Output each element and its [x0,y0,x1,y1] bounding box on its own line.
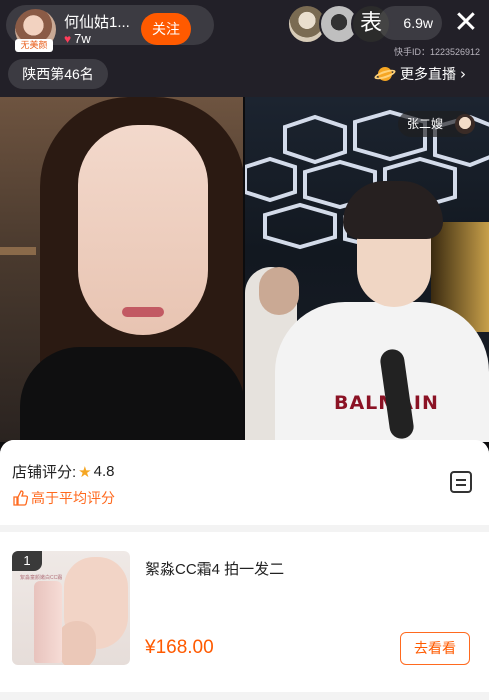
list-icon[interactable] [450,471,472,493]
shop-rating-value: 4.8 [93,463,115,480]
host-info[interactable]: 无美颜 何仙姑1... ♥ 7w 关注 [6,5,214,52]
host-figure-lips [122,307,164,317]
product-card[interactable]: 絮淼童颜嫩白CC霜 1 絮淼CC霜4 拍一发二 ¥168.00 去看看 [0,532,489,692]
background-shelf [0,247,36,255]
guest-avatar[interactable] [455,114,475,134]
more-live-button[interactable]: 更多直播 › [373,61,466,87]
thumb-up-icon [13,490,28,506]
product-price: ¥168.00 [145,637,214,658]
host-video[interactable] [0,97,243,442]
host-figure-face [78,125,208,335]
follow-button[interactable]: 关注 [141,13,191,45]
product-tube [34,581,62,663]
heart-icon: ♥ [64,31,72,46]
region-rank[interactable]: 陕西第46名 [8,59,108,89]
product-image[interactable]: 絮淼童颜嫩白CC霜 1 [12,551,130,665]
kuaishou-id: 快手ID：1223526912 [394,47,481,57]
shop-rating-label: 店铺评分: [12,464,77,481]
host-figure-body [20,347,243,442]
background-person-head [259,267,299,315]
star-icon: ★ [78,463,92,481]
viewer-count[interactable]: 6.9w [378,6,442,40]
more-live-label: 更多直播 [400,66,456,82]
product-title[interactable]: 絮淼CC霜4 拍一发二 [145,558,284,579]
host-likes-count: 7w [74,31,91,46]
host-likes: ♥ 7w [64,31,91,46]
shop-header: 店铺评分: ★ 4.8 高于平均评分 [0,440,489,525]
guest-figure-hair [343,181,443,239]
above-average-label: 高于平均评分 [31,490,115,506]
shop-panel: 店铺评分: ★ 4.8 高于平均评分 絮淼童颜嫩白CC霜 1 絮淼CC霜4 拍一… [0,440,489,700]
host-name[interactable]: 何仙姑1... [64,11,130,32]
close-icon[interactable]: ✕ [452,8,480,38]
planet-icon [373,63,397,85]
shop-rating: 店铺评分: ★ 4.8 [12,461,114,482]
chevron-right-icon: › [460,65,466,83]
guest-video[interactable]: BALMAIN [245,97,489,442]
no-beauty-badge: 无美颜 [15,39,53,52]
model-hand [58,621,96,665]
live-header: 无美颜 何仙姑1... ♥ 7w 关注 表 6.9w ✕ 快手ID：122352… [0,0,489,97]
above-average-tag: 高于平均评分 [12,488,115,508]
view-product-button[interactable]: 去看看 [400,632,470,665]
product-index: 1 [12,551,42,571]
product-image-text: 絮淼童颜嫩白CC霜 [20,575,63,581]
